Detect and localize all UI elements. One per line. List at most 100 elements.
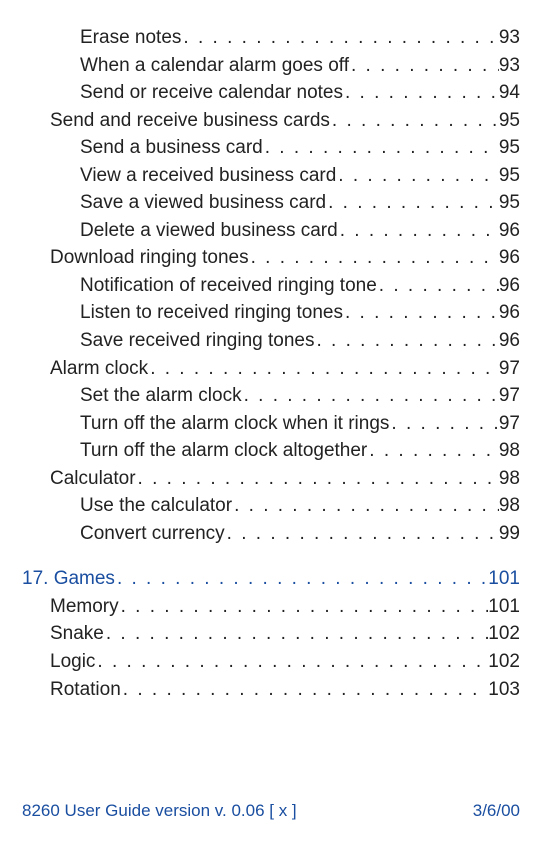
toc-label: Turn off the alarm clock altogether: [80, 437, 367, 465]
toc-label: Erase notes: [80, 24, 181, 52]
toc-page-number: 98: [499, 492, 520, 520]
toc-leader-dots: [338, 217, 499, 245]
toc-page-number: 102: [488, 620, 520, 648]
toc-entry: Logic 102: [22, 648, 520, 676]
page-footer: 8260 User Guide version v. 0.06 [ x ] 3/…: [22, 801, 520, 821]
toc-page-number: 96: [499, 272, 520, 300]
toc-label: Rotation: [50, 676, 121, 704]
toc-page-number: 101: [488, 565, 520, 593]
toc-label: 17. Games: [22, 565, 115, 593]
toc-entry: Save received ringing tones 96: [22, 327, 520, 355]
toc-label: Snake: [50, 620, 104, 648]
toc-label: Send or receive calendar notes: [80, 79, 343, 107]
toc-leader-dots: [95, 648, 488, 676]
toc-leader-dots: [104, 620, 488, 648]
toc-label: Listen to received ringing tones: [80, 299, 343, 327]
toc-leader-dots: [326, 189, 499, 217]
toc-page-number: 94: [499, 79, 520, 107]
toc-leader-dots: [242, 382, 499, 410]
toc-page-number: 98: [499, 465, 520, 493]
toc-leader-dots: [136, 465, 499, 493]
toc-page-number: 102: [488, 648, 520, 676]
toc-label: Alarm clock: [50, 355, 148, 383]
toc-label: Send a business card: [80, 134, 263, 162]
toc-leader-dots: [119, 593, 489, 621]
toc-page-number: 93: [499, 24, 520, 52]
toc-entry: Turn off the alarm clock altogether 98: [22, 437, 520, 465]
toc-entry: Memory 101: [22, 593, 520, 621]
toc-label: Calculator: [50, 465, 136, 493]
toc-label: Notification of received ringing tone: [80, 272, 377, 300]
toc-entry: Listen to received ringing tones 96: [22, 299, 520, 327]
toc-label: Download ringing tones: [50, 244, 249, 272]
toc-page-number: 103: [488, 676, 520, 704]
toc-page-number: 97: [499, 382, 520, 410]
toc-leader-dots: [121, 676, 489, 704]
toc-entry: Turn off the alarm clock when it rings 97: [22, 410, 520, 438]
toc-entry: When a calendar alarm goes off 93: [22, 52, 520, 80]
toc-label: Send and receive business cards: [50, 107, 330, 135]
toc-leader-dots: [343, 79, 499, 107]
toc-leader-dots: [314, 327, 498, 355]
toc-entry: Snake 102: [22, 620, 520, 648]
toc-leader-dots: [377, 272, 499, 300]
toc-label: Memory: [50, 593, 119, 621]
toc-leader-dots: [330, 107, 499, 135]
toc-page-number: 95: [499, 107, 520, 135]
toc-label: Delete a viewed business card: [80, 217, 338, 245]
toc-entry: Delete a viewed business card 96: [22, 217, 520, 245]
toc-leader-dots: [232, 492, 499, 520]
toc-page-number: 93: [499, 52, 520, 80]
toc-entry: Erase notes 93: [22, 24, 520, 52]
toc-page-number: 96: [499, 327, 520, 355]
toc-leader-dots: [349, 52, 499, 80]
toc-leader-dots: [181, 24, 498, 52]
table-of-contents: Erase notes93When a calendar alarm goes …: [22, 24, 520, 703]
toc-entry: Notification of received ringing tone 96: [22, 272, 520, 300]
toc-spacer: [22, 547, 520, 565]
toc-leader-dots: [336, 162, 499, 190]
footer-left: 8260 User Guide version v. 0.06 [ x ]: [22, 801, 297, 821]
toc-leader-dots: [343, 299, 499, 327]
toc-leader-dots: [367, 437, 499, 465]
toc-entry: Calculator 98: [22, 465, 520, 493]
toc-label: Save a viewed business card: [80, 189, 326, 217]
toc-page-number: 97: [499, 410, 520, 438]
toc-page-number: 96: [499, 217, 520, 245]
toc-entry: Save a viewed business card 95: [22, 189, 520, 217]
toc-label: Set the alarm clock: [80, 382, 242, 410]
toc-label: When a calendar alarm goes off: [80, 52, 349, 80]
toc-entry: 17. Games 101: [22, 565, 520, 593]
toc-leader-dots: [263, 134, 499, 162]
toc-entry: Send and receive business cards 95: [22, 107, 520, 135]
toc-entry: Use the calculator 98: [22, 492, 520, 520]
toc-label: Logic: [50, 648, 95, 676]
toc-label: Save received ringing tones: [80, 327, 314, 355]
toc-page-number: 98: [499, 437, 520, 465]
toc-label: Turn off the alarm clock when it rings: [80, 410, 389, 438]
toc-entry: Convert currency 99: [22, 520, 520, 548]
toc-leader-dots: [148, 355, 499, 383]
footer-right: 3/6/00: [473, 801, 520, 821]
toc-label: Convert currency: [80, 520, 225, 548]
toc-entry: Set the alarm clock 97: [22, 382, 520, 410]
toc-page-number: 95: [499, 189, 520, 217]
toc-leader-dots: [389, 410, 498, 438]
toc-entry: Download ringing tones 96: [22, 244, 520, 272]
document-page: Erase notes93When a calendar alarm goes …: [0, 0, 560, 843]
toc-leader-dots: [115, 565, 488, 593]
toc-label: Use the calculator: [80, 492, 232, 520]
toc-label: View a received business card: [80, 162, 336, 190]
toc-page-number: 99: [499, 520, 520, 548]
toc-page-number: 96: [499, 299, 520, 327]
toc-entry: Send a business card 95: [22, 134, 520, 162]
toc-page-number: 95: [499, 162, 520, 190]
toc-page-number: 101: [488, 593, 520, 621]
toc-page-number: 96: [499, 244, 520, 272]
toc-leader-dots: [225, 520, 499, 548]
toc-leader-dots: [249, 244, 499, 272]
toc-entry: Alarm clock 97: [22, 355, 520, 383]
toc-entry: Rotation 103: [22, 676, 520, 704]
toc-page-number: 97: [499, 355, 520, 383]
toc-page-number: 95: [499, 134, 520, 162]
